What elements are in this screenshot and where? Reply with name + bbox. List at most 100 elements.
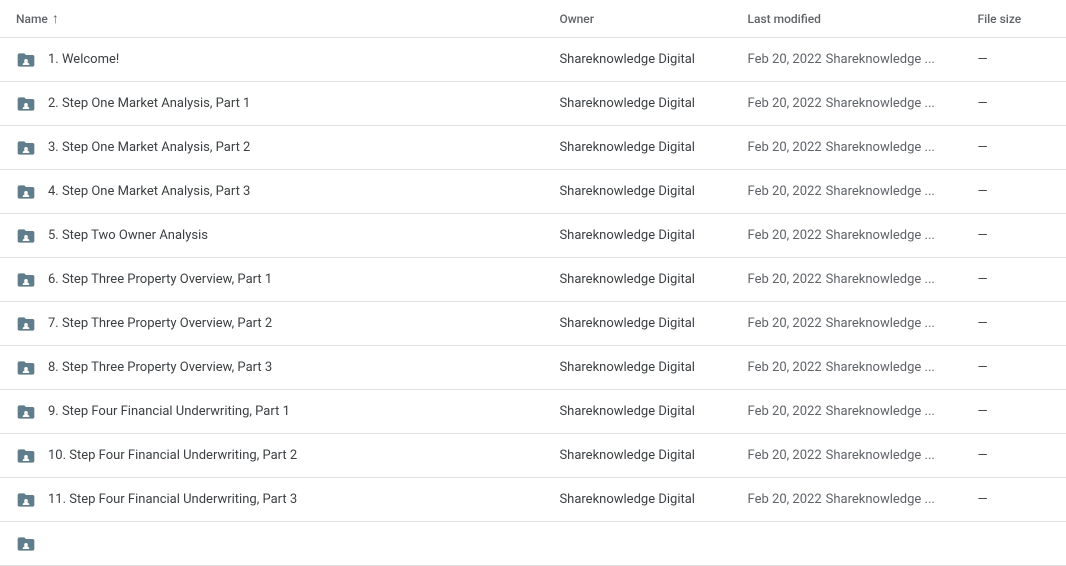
- name-cell: 1. Welcome!: [0, 38, 543, 82]
- shared-folder-icon: [16, 138, 36, 158]
- owner-cell: Shareknowledge Digital: [543, 126, 731, 170]
- modified-date: Feb 20, 2022: [748, 492, 822, 507]
- owner-column-header[interactable]: Owner: [543, 0, 731, 38]
- modified-cell: Feb 20, 2022Shareknowledge ...: [732, 478, 962, 522]
- table-row[interactable]: 7. Step Three Property Overview, Part 2 S…: [0, 302, 1066, 346]
- file-list-table: Name ↑ Owner Last modified File size 1. …: [0, 0, 1066, 566]
- modified-cell: Feb 20, 2022 Shareknowledge ...: [732, 258, 962, 302]
- last-modified-column-header[interactable]: Last modified: [732, 0, 962, 38]
- table-row[interactable]: 4. Step One Market Analysis, Part 3 Share…: [0, 170, 1066, 214]
- modified-by: Shareknowledge ...: [826, 228, 935, 243]
- modified-date: Feb 20, 2022: [748, 316, 822, 331]
- table-row[interactable]: 3. Step One Market Analysis, Part 2 Share…: [0, 126, 1066, 170]
- sort-ascending-icon: ↑: [52, 10, 59, 27]
- file-name: 10. Step Four Financial Underwriting, Pa…: [48, 448, 297, 463]
- name-cell: 7. Step Three Property Overview, Part 2: [0, 302, 543, 346]
- modified-date: Feb 20, 2022: [748, 272, 822, 287]
- modified-date: Feb 20, 2022: [748, 52, 822, 67]
- shared-folder-icon: [16, 182, 36, 202]
- size-cell: —: [961, 302, 1066, 346]
- modified-date: Feb 20, 2022: [748, 96, 822, 111]
- file-name: 9. Step Four Financial Underwriting, Par…: [48, 404, 290, 419]
- table-row[interactable]: 8. Step Three Property Overview, Part 3 S…: [0, 346, 1066, 390]
- owner-cell: Shareknowledge Digital: [543, 170, 731, 214]
- name-cell: 4. Step One Market Analysis, Part 3: [0, 170, 543, 214]
- table-row[interactable]: 6. Step Three Property Overview, Part 1 S…: [0, 258, 1066, 302]
- file-name: 5. Step Two Owner Analysis: [48, 228, 208, 243]
- shared-folder-icon: [16, 270, 36, 290]
- modified-by: Shareknowledge ...: [826, 140, 935, 155]
- file-name: 11. Step Four Financial Underwriting, Pa…: [48, 492, 297, 507]
- modified-cell: [732, 522, 962, 566]
- file-name: 1. Welcome!: [48, 52, 119, 67]
- modified-cell: Feb 20, 2022 Shareknowledge ...: [732, 82, 962, 126]
- table-row[interactable]: 11. Step Four Financial Underwriting, Pa…: [0, 478, 1066, 522]
- name-cell: [0, 522, 543, 566]
- modified-date: Feb 20, 2022: [748, 404, 822, 419]
- owner-cell: Shareknowledge Digital: [543, 214, 731, 258]
- shared-folder-icon: [16, 534, 36, 554]
- modified-cell: Feb 20, 2022Shareknowledge ...: [732, 346, 962, 390]
- shared-folder-icon: [16, 50, 36, 70]
- table-row[interactable]: 5. Step Two Owner Analysis Shareknowledge…: [0, 214, 1066, 258]
- shared-folder-icon: [16, 94, 36, 114]
- name-cell: 5. Step Two Owner Analysis: [0, 214, 543, 258]
- name-header-label: Name: [16, 12, 48, 26]
- name-column-header[interactable]: Name ↑: [0, 0, 543, 38]
- file-name: 3. Step One Market Analysis, Part 2: [48, 140, 250, 155]
- name-cell: 3. Step One Market Analysis, Part 2: [0, 126, 543, 170]
- shared-folder-icon: [16, 226, 36, 246]
- owner-cell: Shareknowledge Digital: [543, 434, 731, 478]
- file-name: 4. Step One Market Analysis, Part 3: [48, 184, 250, 199]
- modified-cell: Feb 20, 2022 Shareknowledge ...: [732, 434, 962, 478]
- size-cell: —: [961, 258, 1066, 302]
- modified-by: Shareknowledge ...: [826, 184, 935, 199]
- modified-cell: Feb 20, 2022Shareknowledge ...: [732, 390, 962, 434]
- shared-folder-icon: [16, 358, 36, 378]
- name-cell: 10. Step Four Financial Underwriting, Pa…: [0, 434, 543, 478]
- size-cell: —: [961, 214, 1066, 258]
- modified-cell: Feb 20, 2022Shareknowledge ...: [732, 302, 962, 346]
- owner-cell: Shareknowledge Digital: [543, 302, 731, 346]
- modified-cell: Feb 20, 2022 Shareknowledge ...: [732, 170, 962, 214]
- size-cell: [961, 522, 1066, 566]
- modified-cell: Feb 20, 2022 Shareknowledge ...: [732, 38, 962, 82]
- modified-date: Feb 20, 2022: [748, 448, 822, 463]
- modified-by: Shareknowledge ...: [826, 448, 935, 463]
- table-row[interactable]: [0, 522, 1066, 566]
- size-cell: —: [961, 390, 1066, 434]
- owner-cell: Shareknowledge Digital: [543, 82, 731, 126]
- modified-date: Feb 20, 2022: [748, 228, 822, 243]
- shared-folder-icon: [16, 446, 36, 466]
- name-cell: 8. Step Three Property Overview, Part 3: [0, 346, 543, 390]
- modified-date: Feb 20, 2022: [748, 184, 822, 199]
- table-row[interactable]: 10. Step Four Financial Underwriting, Pa…: [0, 434, 1066, 478]
- modified-by: Shareknowledge ...: [826, 360, 935, 375]
- size-cell: —: [961, 126, 1066, 170]
- owner-cell: Shareknowledge Digital: [543, 258, 731, 302]
- modified-by: Shareknowledge ...: [826, 272, 935, 287]
- table-row[interactable]: 9. Step Four Financial Underwriting, Par…: [0, 390, 1066, 434]
- modified-date: Feb 20, 2022: [748, 140, 822, 155]
- file-name: 6. Step Three Property Overview, Part 1: [48, 272, 272, 287]
- owner-cell: Shareknowledge Digital: [543, 346, 731, 390]
- file-name: 7. Step Three Property Overview, Part 2: [48, 316, 272, 331]
- table-row[interactable]: 2. Step One Market Analysis, Part 1 Share…: [0, 82, 1066, 126]
- size-cell: —: [961, 38, 1066, 82]
- shared-folder-icon: [16, 402, 36, 422]
- owner-cell: Shareknowledge Digital: [543, 478, 731, 522]
- size-cell: —: [961, 170, 1066, 214]
- modified-by: Shareknowledge ...: [826, 96, 935, 111]
- name-cell: 11. Step Four Financial Underwriting, Pa…: [0, 478, 543, 522]
- file-name: 2. Step One Market Analysis, Part 1: [48, 96, 250, 111]
- shared-folder-icon: [16, 314, 36, 334]
- table-row[interactable]: 1. Welcome!Shareknowledge DigitalFeb 20,…: [0, 38, 1066, 82]
- modified-by: Shareknowledge ...: [826, 52, 935, 67]
- file-size-column-header[interactable]: File size: [961, 0, 1066, 38]
- owner-cell: Shareknowledge Digital: [543, 390, 731, 434]
- owner-cell: [543, 522, 731, 566]
- size-cell: —: [961, 478, 1066, 522]
- file-name: 8. Step Three Property Overview, Part 3: [48, 360, 272, 375]
- size-cell: —: [961, 82, 1066, 126]
- size-cell: —: [961, 434, 1066, 478]
